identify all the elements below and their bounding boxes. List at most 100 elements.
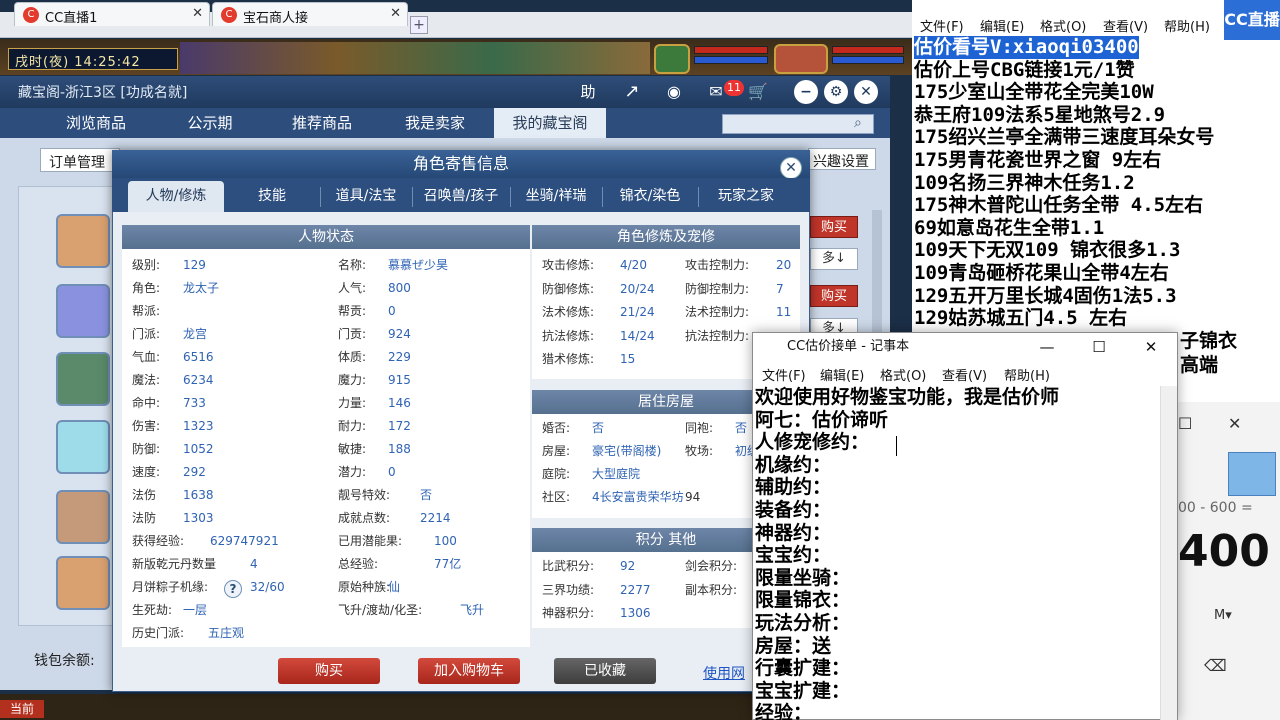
tab-skills[interactable]: 技能 [224,181,320,212]
record-icon[interactable]: ◉ [662,80,686,104]
share-icon[interactable]: ↗ [620,80,644,104]
field-label: 猎术修炼: [542,352,595,366]
close-button[interactable]: ✕ [1128,333,1174,361]
settings-icon[interactable]: ⚙ [824,80,848,104]
help-icon[interactable]: ? [224,580,242,598]
menu-view[interactable]: 查看(V) [942,365,987,384]
field-label: 伤害: [132,419,161,433]
field-label: 防御控制力: [685,281,750,296]
calc-result: 400 [1178,526,1270,577]
close-icon[interactable]: ✕ [390,6,401,21]
buy-button[interactable]: 购买 [810,285,858,307]
bg-text-line: 129姑苏城五门4.5 左右 [914,307,1128,330]
menu-file[interactable]: 文件(F) [762,365,806,384]
order-manage-button[interactable]: 订单管理 [40,148,120,172]
new-tab-button[interactable]: + [410,16,428,34]
browser-tab-gem-merchant[interactable]: C 宝石商人接 ✕ [212,2,408,26]
field-label: 防御: [132,442,161,456]
field-value: 慕慕ぜ少昊 [388,258,449,272]
cart-icon[interactable]: 🛒 [746,80,770,104]
avatar[interactable] [56,556,110,610]
tab-player-home[interactable]: 玩家之家 [698,181,794,212]
bg-text-line: 175男青花瓷世界之窗 9左右 [914,148,1162,171]
close-icon[interactable]: ✕ [192,6,203,21]
more-button[interactable]: 多↓ [810,248,858,270]
bg-line-row: 109天下无双109 锦衣很多1.3 [914,239,1280,262]
menu-edit[interactable]: 编辑(E) [820,365,864,384]
memory-button[interactable]: M▾ [1214,608,1232,623]
current-channel-button[interactable]: 当前 [0,700,44,718]
field-label: 庭院: [542,467,571,481]
search-icon[interactable]: ⌕ [854,115,862,131]
field-label: 牧场: [685,444,714,458]
minimize-icon[interactable]: − [794,80,818,104]
avatar[interactable] [56,214,110,268]
wallet-label: 钱包余额: [34,653,95,669]
field-label: 速度: [132,465,161,479]
buy-button[interactable]: 购买 [810,216,858,238]
minimize-button[interactable]: — [1024,333,1070,361]
search-input[interactable] [722,114,874,134]
cultivation-header: 角色修炼及宠修 [532,225,800,249]
close-icon[interactable]: ✕ [854,80,878,104]
bg-menu-file[interactable]: 文件(F) [920,16,964,35]
help-link[interactable]: 使用网 [703,663,753,681]
bg-menu-format[interactable]: 格式(O) [1040,16,1086,35]
menu-help[interactable]: 帮助(H) [1004,365,1050,384]
tab-mounts[interactable]: 坐骑/祥瑞 [510,181,602,212]
field-value: 20/24 [620,281,655,296]
bg-menu-view[interactable]: 查看(V) [1103,16,1148,35]
tab-summons[interactable]: 召唤兽/孩子 [412,181,510,212]
bg-notepad-text[interactable]: 估价看号V:xiaoqi03400 估价上号CBG链接1元/1赞 175少室山全带花… [914,36,1280,330]
bg-tail-line: 高端 [1180,354,1219,376]
bg-menu-help[interactable]: 帮助(H) [1164,16,1210,35]
avatar[interactable] [56,490,110,544]
backspace-icon[interactable]: ⌫ [1204,656,1227,675]
player-portrait[interactable] [774,44,828,74]
close-icon[interactable]: ✕ [1228,414,1241,433]
field-label: 同袍: [685,421,714,435]
notepad-text-line: 人修宠修约： [755,431,870,454]
message-badge: 11 [724,80,744,96]
bg-line-row: 129姑苏城五门4.5 左右 [914,307,1280,330]
interest-settings-button[interactable]: 兴趣设置 [808,148,876,170]
help-button[interactable]: 助 [576,80,600,104]
add-to-cart-button[interactable]: 加入购物车 [418,658,520,684]
tab-outfits[interactable]: 锦衣/染色 [602,181,698,212]
calc-icon[interactable]: ☐ [1178,414,1192,433]
buy-button[interactable]: 购买 [278,658,380,684]
calc-expression: 00 - 600 = [1178,500,1253,516]
field-value: 292 [183,465,206,479]
bg-text-line: 估价上号CBG链接1元/1赞 [914,58,1135,81]
nav-tab-recommend[interactable]: 推荐商品 [268,108,376,138]
bg-menu-edit[interactable]: 编辑(E) [980,16,1024,35]
field-label: 名称: [338,258,367,272]
nav-tab-browse[interactable]: 浏览商品 [40,108,152,138]
menu-format[interactable]: 格式(O) [880,365,926,384]
field-value: 188 [388,442,411,456]
field-label: 总经验: [338,557,379,571]
tab-role-cultivation[interactable]: 人物/修炼 [128,181,224,212]
avatar[interactable] [56,420,110,474]
nav-tab-my-cbg[interactable]: 我的藏宝阁 [494,108,606,138]
favorited-button[interactable]: 已收藏 [554,658,656,684]
field-label: 人气: [338,281,367,295]
field-label: 角色: [132,281,161,295]
pet-portrait[interactable] [654,44,690,74]
browser-tab-cc-live[interactable]: C CC直播1 ✕ [14,2,210,26]
maximize-button[interactable]: ☐ [1076,333,1122,361]
notepad-text-line: 阿七：估价谛听 [755,408,889,431]
notepad-text-area[interactable]: 欢迎使用好物鉴宝功能，我是估价师 阿七：估价谛听 人修宠修约： 机缘约： 辅助约： 装备约… [753,386,1163,720]
field-value: 4 [250,557,258,571]
tab-items[interactable]: 道具/法宝 [320,181,412,212]
notepad-text-line: 神器约： [755,521,832,544]
bg-text-line: 109名扬三界神木任务1.2 [914,171,1135,194]
avatar[interactable] [56,352,110,406]
field-label: 魔法: [132,373,161,387]
nav-tab-public[interactable]: 公示期 [158,108,262,138]
nav-tab-seller[interactable]: 我是卖家 [382,108,488,138]
avatar[interactable] [56,284,110,338]
notepad-scrollbar[interactable] [1160,386,1177,720]
close-icon[interactable]: ✕ [780,157,802,179]
tab-label: CC直播1 [45,11,98,26]
